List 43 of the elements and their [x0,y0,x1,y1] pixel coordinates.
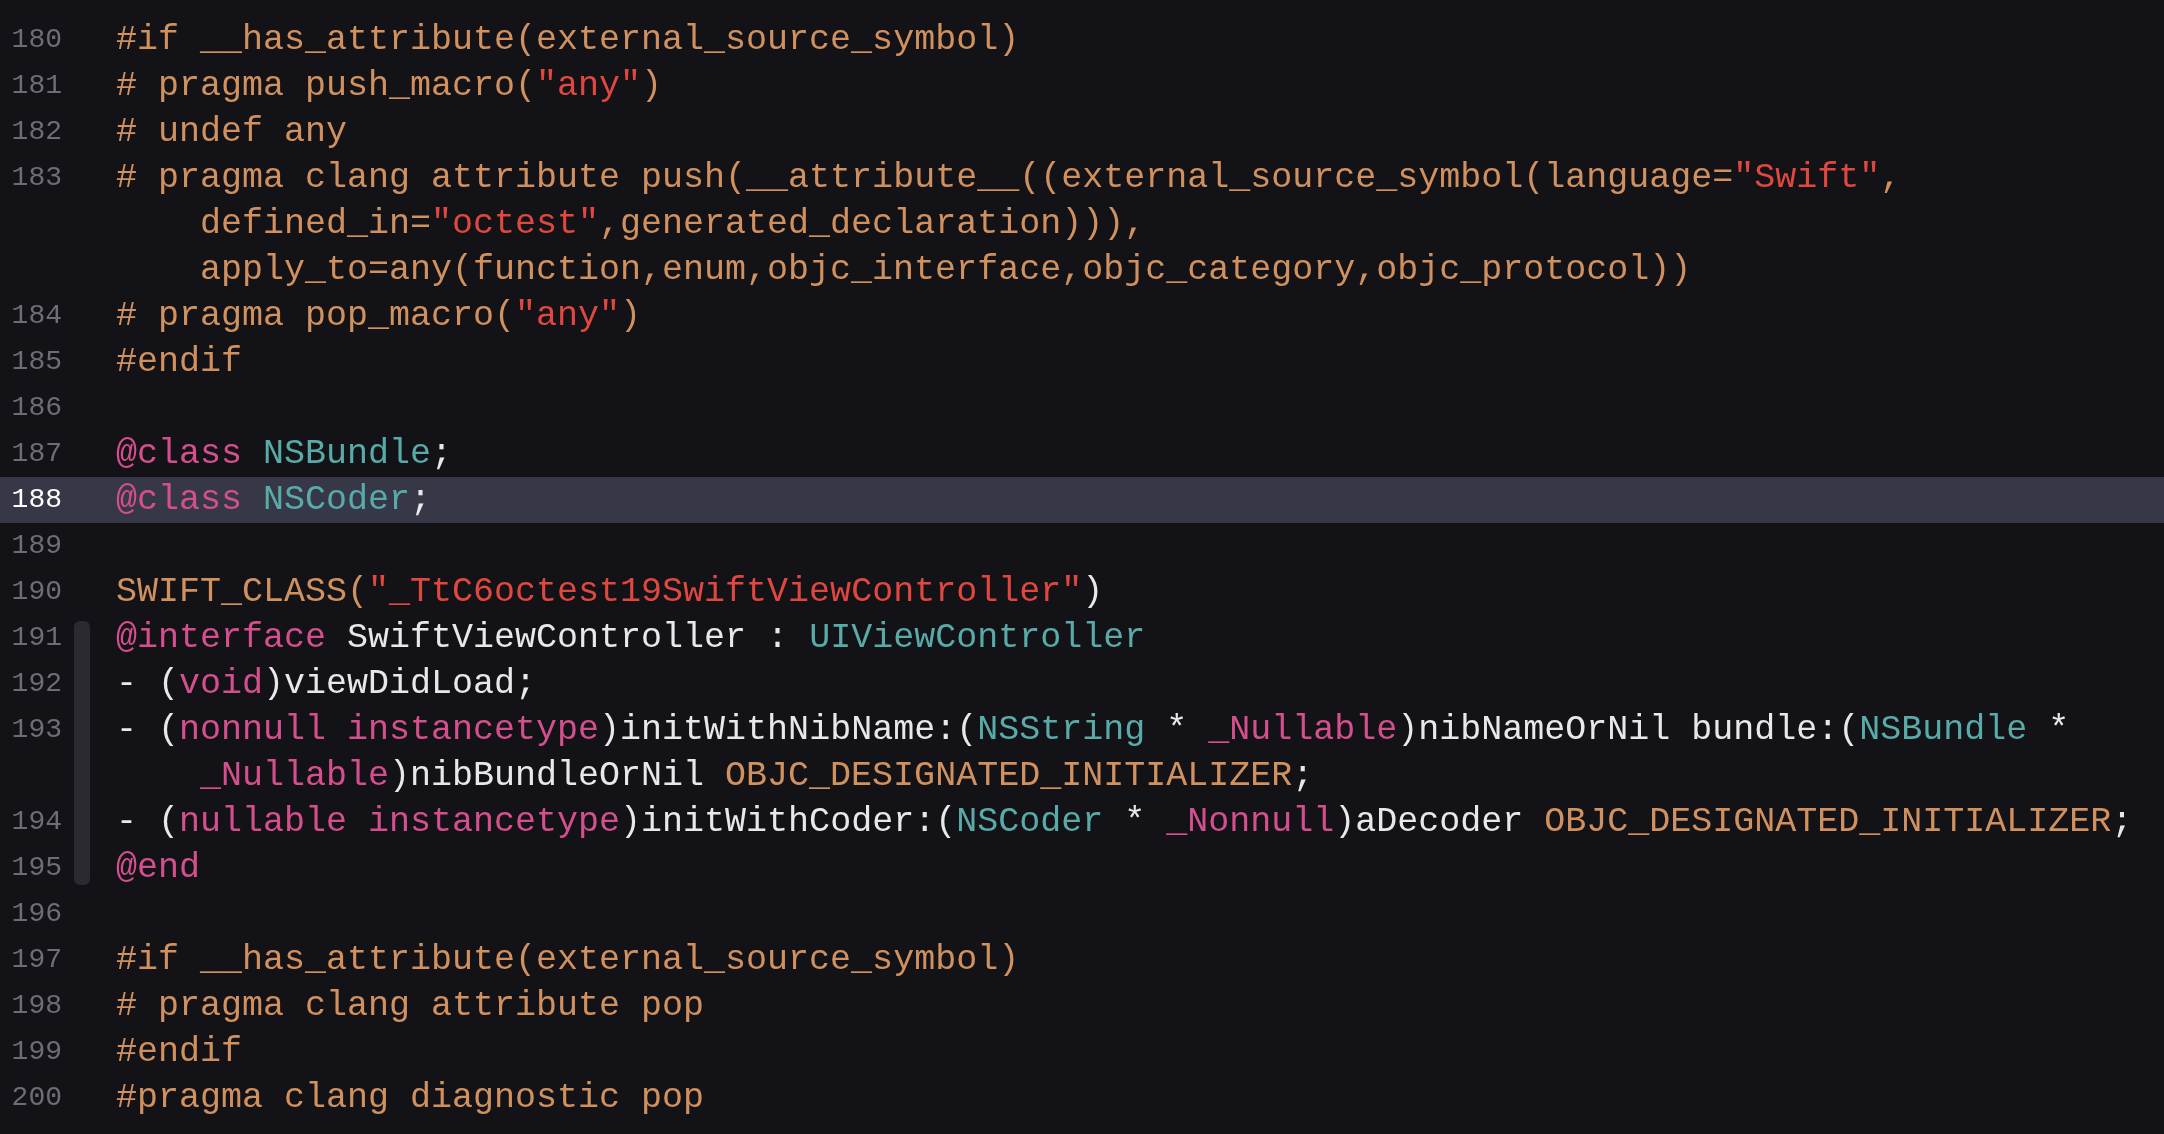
code-line: # pragma clang attribute push(__attribute__((external_source_symbol(language="Swift", [116,158,1902,198]
code-line: # undef any [116,112,348,152]
code-line: #if __has_attribute(external_source_symbol) [116,940,1020,980]
line-number: 197 [11,943,62,977]
line-number: 189 [11,529,62,563]
line-number: 187 [11,437,62,471]
line-number: 184 [11,299,62,333]
line-number: 192 [11,667,62,701]
code-line: #endif [116,342,243,382]
code-line: - (nonnull instancetype)initWithNibName:(NSString * _Nullable)nibNameOrNil bundle:(NSBundle * [116,710,2070,750]
code-line: # pragma clang attribute pop [116,986,705,1026]
fold-ribbon[interactable] [74,621,90,885]
line-number: 198 [11,989,62,1023]
code-line: defined_in="octest",generated_declaration))), [200,204,1146,244]
code-line: SWIFT_CLASS("_TtC6octest19SwiftViewController") [116,572,1104,612]
line-number: 200 [11,1081,62,1115]
code-line: #endif [116,1032,243,1072]
code-line: @interface SwiftViewController : UIViewController [116,618,1146,658]
line-number: 196 [11,897,62,931]
line-number: 195 [11,851,62,885]
line-number: 181 [11,69,62,103]
code-line: #if __has_attribute(external_source_symbol) [116,20,1020,60]
line-number: 183 [11,161,62,195]
code-line: _Nullable)nibBundleOrNil OBJC_DESIGNATED_INITIALIZER; [200,756,1314,796]
code-line: @class NSBundle; [116,434,453,474]
code-line: @end [116,848,200,888]
line-number: 186 [11,391,62,425]
line-number: 193 [11,713,62,747]
line-number: 190 [11,575,62,609]
line-number: 185 [11,345,62,379]
code-line: - (void)viewDidLoad; [116,664,537,704]
line-number: 194 [11,805,62,839]
code-line: @class NSCoder; [116,480,432,520]
code-line: apply_to=any(function,enum,objc_interface,objc_category,objc_protocol)) [200,250,1692,290]
code-line: #pragma clang diagnostic pop [116,1078,705,1118]
code-line: - (nullable instancetype)initWithCoder:(NSCoder * _Nonnull)aDecoder OBJC_DESIGNATED_INITIALIZER; [116,802,2133,842]
line-number: 182 [11,115,62,149]
line-number: 191 [11,621,62,655]
line-number: 188 [11,483,62,517]
code-line: # pragma push_macro("any") [116,66,663,106]
code-line: # pragma pop_macro("any") [116,296,642,336]
line-number: 199 [11,1035,62,1069]
line-number: 180 [11,23,62,57]
